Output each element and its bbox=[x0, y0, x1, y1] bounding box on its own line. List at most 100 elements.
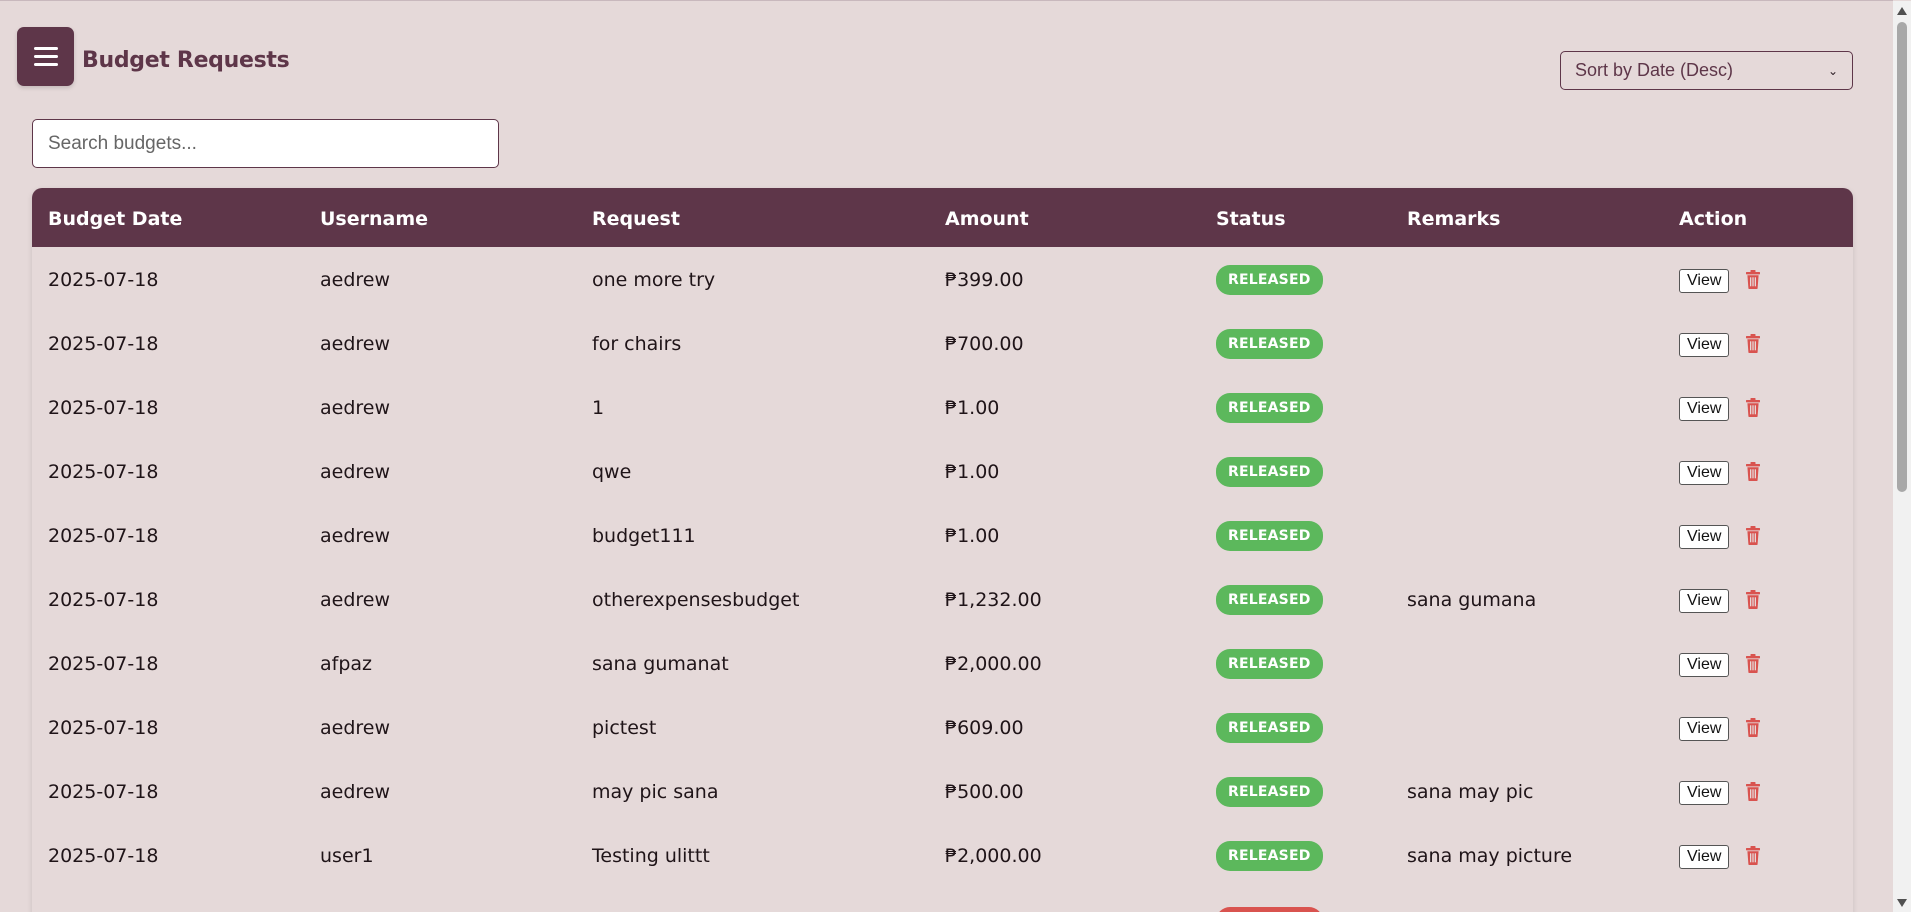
cell-username: user1 bbox=[320, 845, 374, 867]
table-row: 2025-07-18 aedrew otherexpensesbudget ₱1,23… bbox=[32, 567, 1853, 631]
page-scrollbar[interactable] bbox=[1893, 1, 1911, 912]
header-remarks[interactable]: Remarks bbox=[1407, 208, 1500, 230]
header-budget-date[interactable]: Budget Date bbox=[48, 208, 182, 230]
sort-select[interactable]: Sort by Date (Desc) ⌄ bbox=[1560, 51, 1853, 90]
cell-request: may pic sana bbox=[592, 781, 719, 803]
cell-amount: ₱500.00 bbox=[945, 781, 1024, 803]
cell-budget-date: 2025-07-18 bbox=[48, 845, 159, 867]
table-header: Budget Date Username Request Amount Stat… bbox=[32, 188, 1853, 247]
status-badge: RELEASED bbox=[1216, 457, 1323, 487]
search-input[interactable] bbox=[32, 119, 499, 168]
cell-amount: ₱1.00 bbox=[945, 461, 1000, 483]
table-row: 2025-07-18 aedrew 1 ₱1.00 RELEASED View bbox=[32, 375, 1853, 439]
table-row: 2025-07-18 afpaz sana gumanat ₱2,000.00 RELE… bbox=[32, 631, 1853, 695]
cell-action: View bbox=[1679, 845, 1761, 869]
scroll-up-icon[interactable] bbox=[1897, 7, 1907, 15]
cell-amount: ₱1.00 bbox=[945, 525, 1000, 547]
cell-action: View bbox=[1679, 333, 1761, 357]
menu-toggle-button[interactable] bbox=[17, 27, 74, 86]
cell-budget-date: 2025-07-18 bbox=[48, 525, 159, 547]
trash-icon[interactable] bbox=[1745, 781, 1761, 801]
header-status[interactable]: Status bbox=[1216, 208, 1286, 230]
cell-budget-date: 2025-07-18 bbox=[48, 589, 159, 611]
cell-status: RELEASED bbox=[1216, 329, 1323, 359]
trash-icon[interactable] bbox=[1745, 717, 1761, 737]
scroll-thumb[interactable] bbox=[1897, 22, 1907, 492]
trash-icon[interactable] bbox=[1745, 589, 1761, 609]
cell-budget-date: 2025-07-18 bbox=[48, 333, 159, 355]
cell-request: pictest bbox=[592, 717, 657, 739]
table-row: 2025-07-18 aedrew pictest ₱609.00 RELEASED Vi… bbox=[32, 695, 1853, 759]
hamburger-menu-icon bbox=[33, 46, 58, 67]
page-title: Budget Requests bbox=[82, 48, 290, 73]
header-action: Action bbox=[1679, 208, 1748, 230]
status-badge: RELEASED bbox=[1216, 841, 1323, 871]
trash-icon[interactable] bbox=[1745, 397, 1761, 417]
status-badge: RELEASED bbox=[1216, 329, 1323, 359]
view-button[interactable]: View bbox=[1679, 781, 1730, 805]
view-button[interactable]: View bbox=[1679, 397, 1730, 421]
cell-action: View bbox=[1679, 589, 1761, 613]
trash-icon[interactable] bbox=[1745, 845, 1761, 865]
cell-action: View bbox=[1679, 397, 1761, 421]
status-badge: RELEASED bbox=[1216, 521, 1323, 551]
cell-username: aedrew bbox=[320, 269, 391, 291]
table-row: 2025-07-18 aedrew for chairs ₱700.00 RELEASE… bbox=[32, 311, 1853, 375]
cell-amount: ₱700.00 bbox=[945, 333, 1024, 355]
view-button[interactable]: View bbox=[1679, 525, 1730, 549]
table-row: 2025-07-18 aedrew one more try ₱399.00 RELEA… bbox=[32, 247, 1853, 311]
cell-username: aedrew bbox=[320, 333, 391, 355]
header-username[interactable]: Username bbox=[320, 208, 428, 230]
cell-username: aedrew bbox=[320, 525, 391, 547]
cell-status: RELEASED bbox=[1216, 585, 1323, 615]
cell-request: sana gumanat bbox=[592, 653, 729, 675]
cell-request: otherexpensesbudget bbox=[592, 589, 800, 611]
scroll-down-icon[interactable] bbox=[1897, 899, 1907, 907]
view-button[interactable]: View bbox=[1679, 589, 1730, 613]
view-button[interactable]: View bbox=[1679, 333, 1730, 357]
cell-username: afpaz bbox=[320, 653, 373, 675]
budget-requests-page: Budget Requests Sort by Date (Desc) ⌄ Bu… bbox=[0, 0, 1911, 912]
view-button[interactable]: View bbox=[1679, 461, 1730, 485]
table-row: 2025-07-18 user1 Testing ulittt ₱2,000.00 RE… bbox=[32, 823, 1853, 887]
table-body: 2025-07-18 aedrew one more try ₱399.00 RELEA… bbox=[32, 247, 1853, 887]
trash-icon[interactable] bbox=[1745, 461, 1761, 481]
view-button[interactable]: View bbox=[1679, 653, 1730, 677]
cell-request: budget111 bbox=[592, 525, 696, 547]
cell-status: RELEASED bbox=[1216, 649, 1323, 679]
cell-amount: ₱609.00 bbox=[945, 717, 1024, 739]
cell-status: RELEASED bbox=[1216, 713, 1323, 743]
cell-status: RELEASED bbox=[1216, 841, 1323, 871]
cell-request: Testing ulittt bbox=[592, 845, 710, 867]
status-badge: RELEASED bbox=[1216, 265, 1323, 295]
budget-table: Budget Date Username Request Amount Stat… bbox=[32, 188, 1853, 912]
cell-request: for chairs bbox=[592, 333, 682, 355]
view-button[interactable]: View bbox=[1679, 845, 1730, 869]
cell-status: RELEASED bbox=[1216, 521, 1323, 551]
status-badge: RELEASED bbox=[1216, 907, 1323, 912]
view-button[interactable]: View bbox=[1679, 717, 1730, 741]
trash-icon[interactable] bbox=[1745, 269, 1761, 289]
cell-request: 1 bbox=[592, 397, 605, 419]
cell-remarks: sana may picture bbox=[1407, 845, 1573, 867]
header-request[interactable]: Request bbox=[592, 208, 680, 230]
header-amount[interactable]: Amount bbox=[945, 208, 1029, 230]
chevron-down-icon: ⌄ bbox=[1827, 63, 1838, 78]
trash-icon[interactable] bbox=[1745, 333, 1761, 353]
view-button[interactable]: View bbox=[1679, 269, 1730, 293]
cell-status: RELEASED bbox=[1216, 457, 1323, 487]
sort-selected-label: Sort by Date (Desc) bbox=[1575, 60, 1734, 80]
cell-budget-date: 2025-07-18 bbox=[48, 397, 159, 419]
cell-amount: ₱399.00 bbox=[945, 269, 1024, 291]
cell-status: RELEASED bbox=[1216, 265, 1323, 295]
cell-action: View bbox=[1679, 525, 1761, 549]
cell-username: aedrew bbox=[320, 717, 391, 739]
status-badge: RELEASED bbox=[1216, 713, 1323, 743]
status-badge: RELEASED bbox=[1216, 585, 1323, 615]
cell-action: View bbox=[1679, 653, 1761, 677]
cell-action: View bbox=[1679, 781, 1761, 805]
cell-budget-date: 2025-07-18 bbox=[48, 653, 159, 675]
trash-icon[interactable] bbox=[1745, 653, 1761, 673]
trash-icon[interactable] bbox=[1745, 525, 1761, 545]
cell-amount: ₱1,232.00 bbox=[945, 589, 1042, 611]
